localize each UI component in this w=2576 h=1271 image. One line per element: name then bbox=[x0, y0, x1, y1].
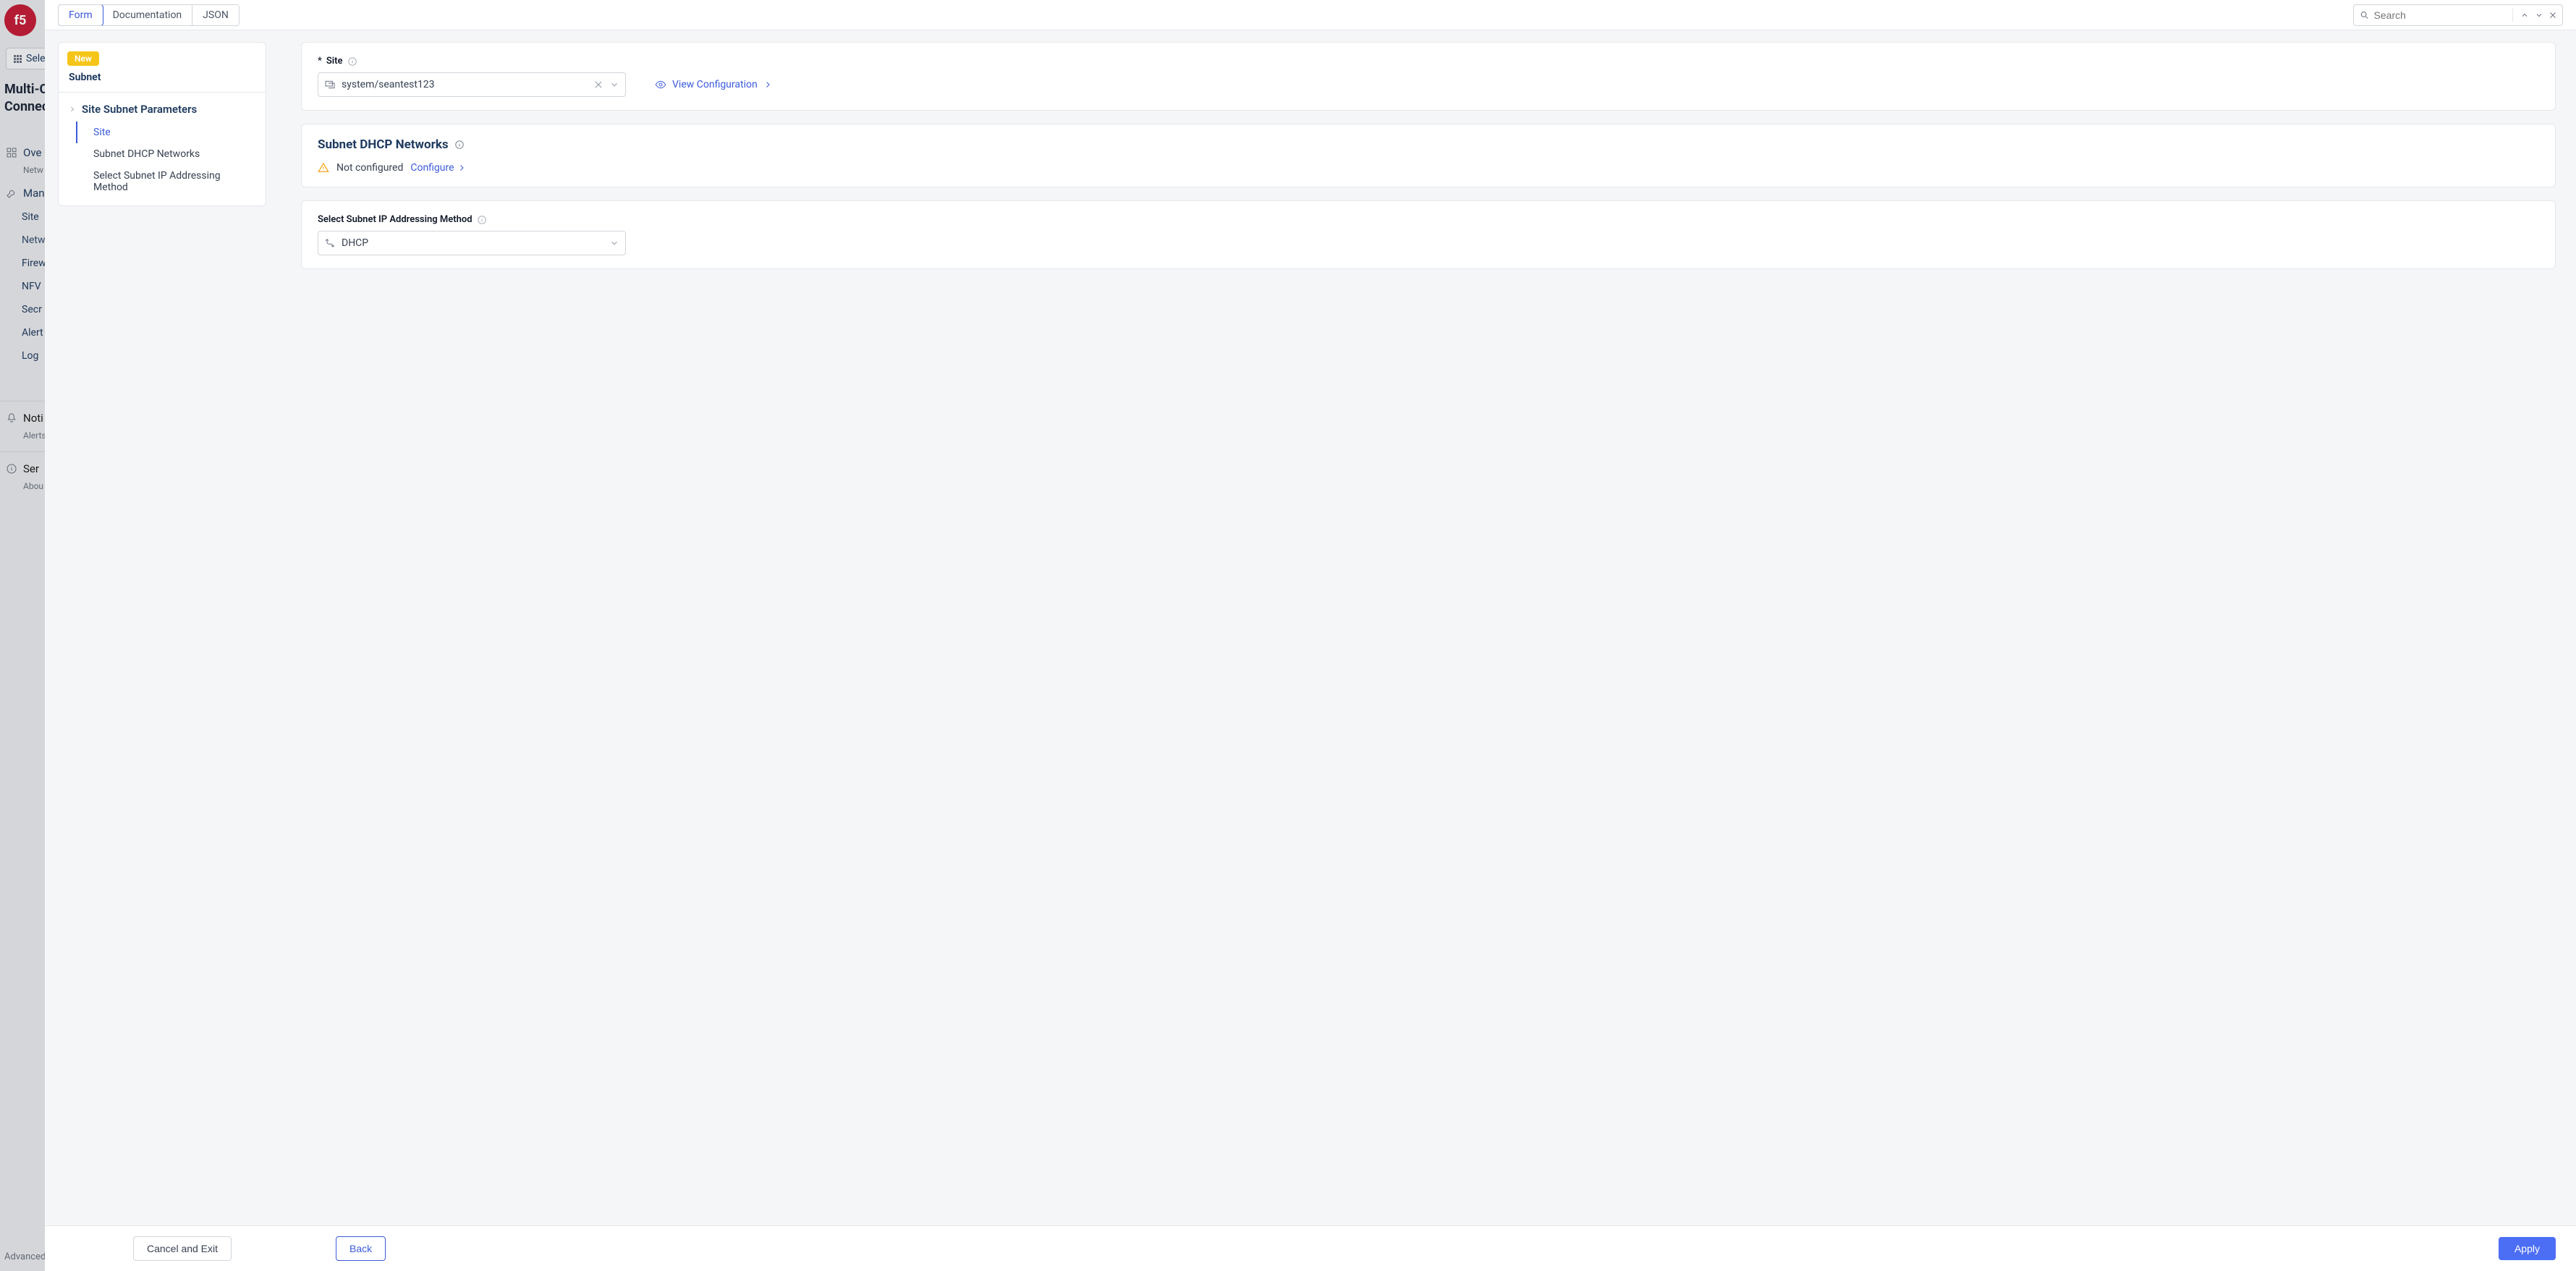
form-modal: Form Documentation JSON New Subnet bbox=[45, 0, 2576, 1271]
brand-logo: f5 bbox=[4, 4, 36, 36]
clear-icon[interactable] bbox=[593, 80, 603, 90]
site-select[interactable]: system/seantest123 bbox=[318, 72, 626, 97]
wrench-icon bbox=[6, 187, 17, 199]
search-box[interactable] bbox=[2353, 4, 2563, 26]
form-nav-card: New Subnet Site Subnet Parameters Site S… bbox=[58, 42, 266, 206]
addressing-select-value: DHCP bbox=[342, 237, 603, 249]
tree-item-dhcp-networks[interactable]: Subnet DHCP Networks bbox=[76, 143, 255, 165]
eye-icon bbox=[655, 79, 666, 90]
chevron-down-icon[interactable] bbox=[609, 80, 619, 90]
chevron-right-icon bbox=[457, 163, 466, 172]
bell-icon bbox=[6, 412, 17, 424]
chevron-down-icon bbox=[2535, 11, 2543, 20]
chevron-up-icon bbox=[2520, 11, 2529, 20]
search-input[interactable] bbox=[2374, 9, 2505, 21]
chevron-down-icon[interactable] bbox=[609, 238, 619, 248]
panel-addressing-method: Select Subnet IP Addressing Method DHCP bbox=[301, 200, 2556, 269]
back-button[interactable]: Back bbox=[336, 1236, 386, 1261]
info-icon[interactable] bbox=[347, 56, 357, 67]
site-ref-icon bbox=[324, 79, 336, 90]
search-next-button[interactable] bbox=[2534, 9, 2544, 21]
not-configured-text: Not configured bbox=[336, 162, 403, 174]
grid-icon bbox=[14, 55, 22, 63]
modal-footer: Cancel and Exit Back Apply bbox=[45, 1225, 2576, 1271]
warning-icon bbox=[318, 162, 329, 174]
addressing-label-text: Select Subnet IP Addressing Method bbox=[318, 214, 473, 225]
tree-group-title[interactable]: Site Subnet Parameters bbox=[69, 100, 255, 122]
panel-site: * Site system/seantest123 View Configura… bbox=[301, 42, 2556, 111]
tree-item-addressing-method[interactable]: Select Subnet IP Addressing Method bbox=[76, 165, 255, 198]
site-select-value: system/seantest123 bbox=[342, 79, 588, 90]
select-label: Sele bbox=[26, 53, 46, 64]
new-badge: New bbox=[67, 51, 99, 66]
site-field-label: * Site bbox=[318, 56, 2539, 67]
tree-item-site[interactable]: Site bbox=[76, 122, 255, 143]
not-configured-row: Not configured Configure bbox=[318, 162, 2539, 174]
info-icon[interactable] bbox=[477, 215, 487, 225]
cancel-exit-button[interactable]: Cancel and Exit bbox=[133, 1236, 232, 1261]
apply-button[interactable]: Apply bbox=[2499, 1237, 2556, 1260]
addressing-field-label: Select Subnet IP Addressing Method bbox=[318, 214, 2539, 225]
branch-icon bbox=[324, 237, 336, 249]
info-icon bbox=[6, 463, 17, 475]
search-close-button[interactable] bbox=[2548, 9, 2558, 21]
site-label-text: Site bbox=[326, 56, 343, 67]
dhcp-section-title: Subnet DHCP Networks bbox=[318, 137, 2539, 152]
dashboard-icon bbox=[6, 147, 17, 158]
modal-topbar: Form Documentation JSON bbox=[45, 0, 2576, 30]
breadcrumb: Subnet bbox=[59, 72, 266, 93]
caret-right-icon bbox=[69, 106, 76, 113]
panel-dhcp-networks: Subnet DHCP Networks Not configured Conf… bbox=[301, 124, 2556, 187]
tab-documentation[interactable]: Documentation bbox=[103, 5, 193, 25]
view-mode-tabs: Form Documentation JSON bbox=[58, 4, 240, 26]
view-configuration-link[interactable]: View Configuration bbox=[655, 79, 772, 90]
addressing-select[interactable]: DHCP bbox=[318, 231, 626, 255]
tab-json[interactable]: JSON bbox=[192, 5, 239, 25]
info-icon[interactable] bbox=[454, 140, 465, 150]
required-mark: * bbox=[318, 56, 322, 67]
modal-body: New Subnet Site Subnet Parameters Site S… bbox=[45, 30, 2576, 1225]
tab-form[interactable]: Form bbox=[58, 4, 103, 26]
close-icon bbox=[2549, 11, 2557, 20]
configure-link[interactable]: Configure bbox=[410, 162, 465, 174]
chevron-right-icon bbox=[763, 80, 772, 89]
form-nav-tree: Site Subnet Parameters Site Subnet DHCP … bbox=[59, 93, 266, 198]
search-icon bbox=[2360, 9, 2370, 21]
view-configuration-label: View Configuration bbox=[672, 79, 758, 90]
search-prev-button[interactable] bbox=[2520, 9, 2530, 21]
form-main: * Site system/seantest123 View Configura… bbox=[266, 30, 2576, 1225]
